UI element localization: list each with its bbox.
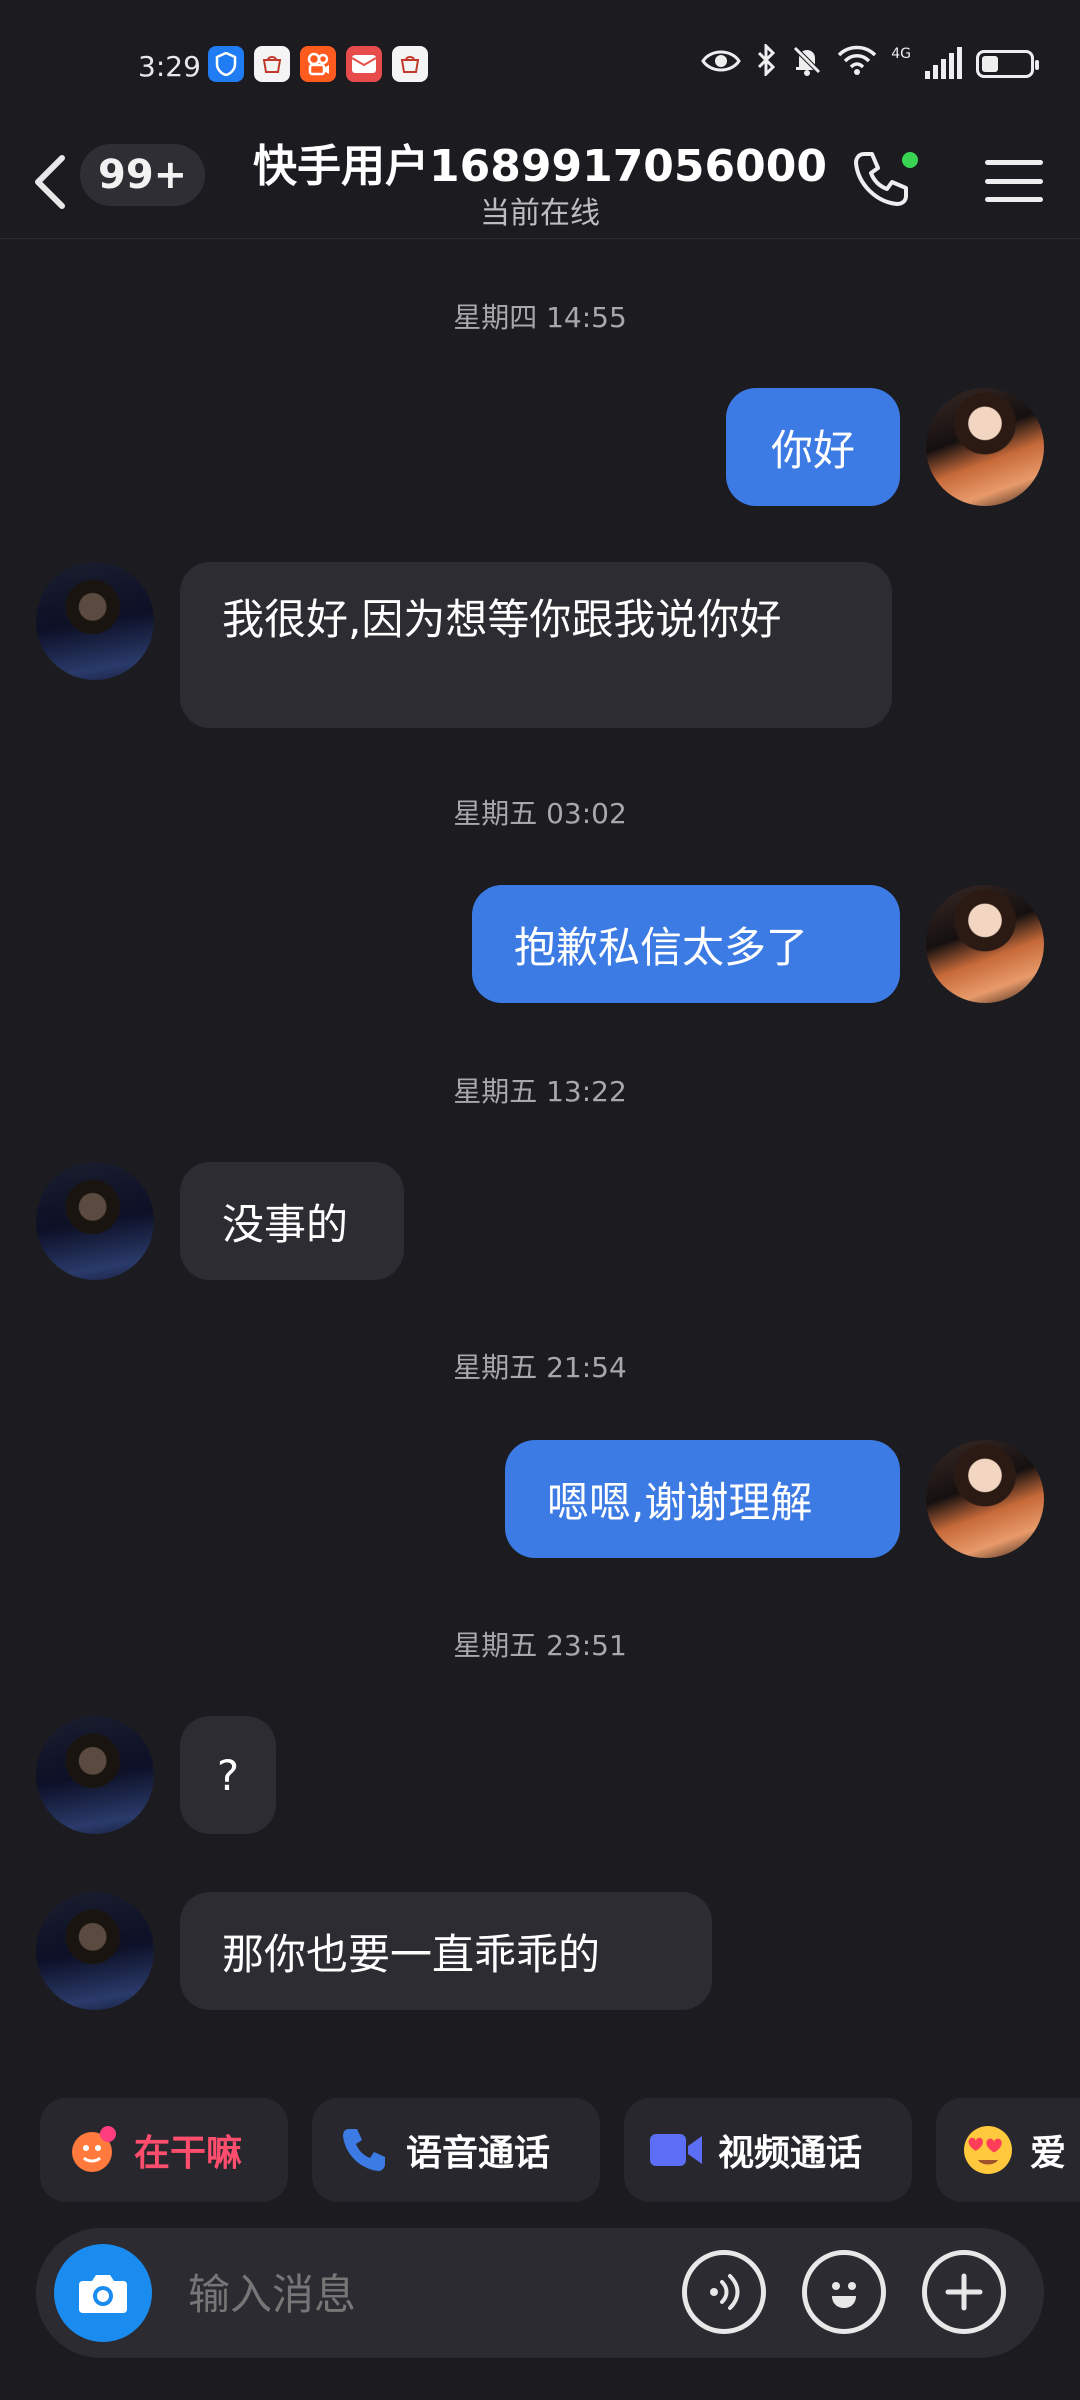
contact-avatar[interactable] (36, 1892, 154, 2010)
contact-avatar[interactable] (36, 1716, 154, 1834)
huawei-store-icon (392, 46, 428, 82)
outgoing-message-bubble[interactable]: 你好 (726, 388, 900, 506)
smiley-icon (832, 2282, 856, 2308)
contact-avatar[interactable] (36, 1162, 154, 1280)
video-icon (648, 2122, 704, 2178)
network-type: 4G (891, 46, 911, 62)
online-dot (902, 152, 918, 168)
incoming-message-bubble[interactable]: 没事的 (180, 1162, 404, 1280)
call-button[interactable] (850, 148, 920, 218)
timestamp: 星期五 13:22 (453, 1075, 627, 1108)
menu-line (985, 178, 1043, 184)
camera-icon (79, 2275, 127, 2313)
incoming-message-bubble[interactable]: 我很好,因为想等你跟我说你好 (180, 562, 892, 728)
timestamp: 星期四 14:55 (453, 301, 627, 334)
outgoing-message-bubble[interactable]: 抱歉私信太多了 (472, 885, 900, 1003)
more-button[interactable] (922, 2250, 1006, 2334)
quick-action-voice-call[interactable]: 语音通话 (312, 2098, 600, 2202)
timestamp: 星期五 23:51 (453, 1629, 627, 1662)
timestamp: 星期五 03:02 (453, 797, 627, 830)
eye-icon (701, 47, 742, 82)
status-bar: 3:29 4G (0, 0, 1080, 130)
heart-eyes-emoji-icon (960, 2122, 1016, 2178)
outgoing-message-bubble[interactable]: 嗯嗯,谢谢理解 (505, 1440, 900, 1558)
self-avatar[interactable] (926, 388, 1044, 506)
quick-action-video-call[interactable]: 视频通话 (624, 2098, 912, 2202)
sound-wave-icon (710, 2274, 740, 2310)
signal-icon (925, 47, 962, 79)
huawei-store-icon (254, 46, 290, 82)
phone-icon (336, 2122, 392, 2178)
status-app-icons (208, 46, 428, 82)
chat-header: 99+ 快手用户1689917056000 当前在线 (0, 130, 1080, 239)
wave-hand-icon (64, 2122, 120, 2178)
contact-avatar[interactable] (36, 562, 154, 680)
voice-input-button[interactable] (682, 2250, 766, 2334)
status-indicators: 4G (701, 42, 1039, 84)
message-input[interactable] (186, 2258, 670, 2330)
message-input-bar (36, 2228, 1044, 2358)
quick-action-label: 视频通话 (718, 2133, 863, 2174)
quick-action-greeting[interactable]: 在干嘛 (40, 2098, 288, 2202)
self-avatar[interactable] (926, 1440, 1044, 1558)
shield-icon (208, 46, 244, 82)
incoming-message-bubble[interactable]: 那你也要一直乖乖的 (180, 1892, 712, 2010)
quick-action-label: 在干嘛 (134, 2133, 243, 2174)
kuaishou-icon (300, 46, 336, 82)
quick-action-label: 语音通话 (406, 2133, 551, 2174)
menu-line (985, 197, 1043, 202)
plus-icon (945, 2273, 983, 2311)
self-avatar[interactable] (926, 885, 1044, 1003)
bluetooth-icon (755, 42, 777, 84)
incoming-message-bubble[interactable]: ? (180, 1716, 276, 1834)
status-time: 3:29 (138, 50, 201, 83)
timestamp: 星期五 21:54 (453, 1351, 627, 1384)
quick-action-label: 爱 (1030, 2133, 1067, 2174)
quick-action-love[interactable]: 爱 (936, 2098, 1080, 2202)
mute-bell-icon (791, 44, 823, 84)
wifi-icon (837, 45, 877, 83)
menu-line (985, 160, 1043, 165)
menu-button[interactable] (985, 152, 1043, 210)
emoji-button[interactable] (802, 2250, 886, 2334)
camera-button[interactable] (54, 2244, 152, 2342)
battery-icon (976, 50, 1039, 78)
mail-icon (346, 46, 382, 82)
